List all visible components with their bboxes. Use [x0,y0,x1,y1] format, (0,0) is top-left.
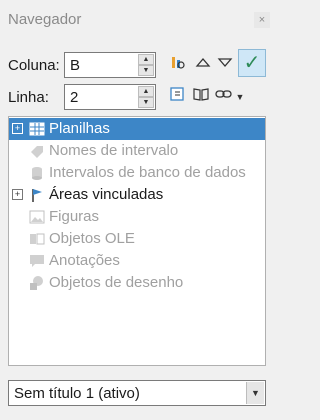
tree-item-label: Intervalos de banco de dados [49,164,246,181]
tree-item-ole-objects[interactable]: Objetos OLE [9,228,265,250]
column-spinbox[interactable]: B ▲ ▼ [64,52,156,78]
range-name-icon [29,143,45,159]
tree-item-label: Anotações [49,252,120,269]
chevron-down-icon[interactable]: ▼ [246,382,264,404]
drag-mode-dropdown-icon[interactable]: ▼ [234,87,246,107]
tree-item-linked-areas[interactable]: + Áreas vinculadas [9,184,265,206]
toggle-icon[interactable] [168,85,188,105]
database-icon [29,165,45,181]
row-increment-button[interactable]: ▲ [138,86,154,97]
close-icon[interactable]: × [254,12,270,28]
tree-item-database-ranges[interactable]: Intervalos de banco de dados [9,162,265,184]
panel-title: Navegador [8,11,82,28]
ole-object-icon [29,231,45,247]
scenarios-icon[interactable] [191,85,211,105]
next-icon[interactable] [215,53,235,73]
tree-item-images[interactable]: Figuras [9,206,265,228]
column-label: Coluna: [8,57,60,74]
content-toggle-icon[interactable]: ✓ [238,49,266,77]
tree-item-label: Objetos de desenho [49,274,184,291]
tree-item-label: Figuras [49,208,100,225]
document-select[interactable]: Sem título 1 (ativo) ▼ [8,380,266,406]
tree-item-range-names[interactable]: Nomes de intervalo [9,140,265,162]
drawing-object-icon [29,275,45,291]
tree-item-sheets[interactable]: + Planilhas [9,118,265,140]
column-increment-button[interactable]: ▲ [138,54,154,65]
row-label: Linha: [8,89,49,106]
data-range-icon[interactable] [168,53,188,73]
row-value[interactable]: 2 [70,89,78,106]
linked-area-icon [29,187,45,203]
previous-icon[interactable] [193,53,213,73]
column-decrement-button[interactable]: ▼ [138,65,154,76]
expand-icon[interactable]: + [12,189,23,200]
tree-item-label: Áreas vinculadas [49,186,164,203]
tree-item-label: Objetos OLE [49,230,135,247]
row-spinbox[interactable]: 2 ▲ ▼ [64,84,156,110]
sheet-icon [29,121,45,137]
tree-item-comments[interactable]: Anotações [9,250,265,272]
comment-icon [29,253,45,269]
drag-mode-icon[interactable] [214,85,234,105]
title-bar: Navegador × [0,0,273,40]
navigator-tree[interactable]: + Planilhas Nomes de intervalo Intervalo… [8,116,266,366]
tree-item-label: Nomes de intervalo [49,142,179,159]
expand-icon[interactable]: + [12,123,23,134]
tree-item-drawing-objects[interactable]: Objetos de desenho [9,272,265,294]
row-decrement-button[interactable]: ▼ [138,97,154,108]
document-select-value: Sem título 1 (ativo) [14,385,140,402]
column-value[interactable]: B [70,57,80,74]
image-icon [29,209,45,225]
tree-item-label: Planilhas [49,120,110,137]
